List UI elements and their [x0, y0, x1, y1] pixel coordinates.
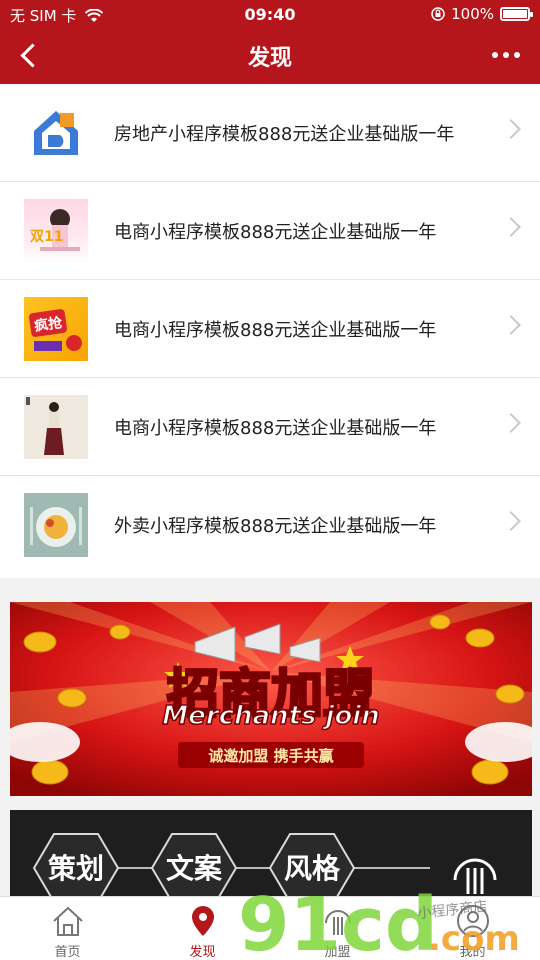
navigation-bar: 发现 — [0, 28, 540, 84]
rotation-lock-icon — [431, 7, 445, 21]
battery-percent: 100% — [451, 5, 494, 23]
thumb-text: 双11 — [30, 229, 63, 245]
chevron-right-icon — [501, 413, 521, 433]
tab-discover[interactable]: 发现 — [135, 897, 270, 960]
location-pin-icon — [192, 906, 214, 936]
merchants-join-banner[interactable]: 招商加盟 Merchants join 诚邀加盟 携手共赢 — [10, 602, 532, 796]
more-dot-icon — [503, 52, 509, 58]
more-dot-icon — [492, 52, 498, 58]
chevron-right-icon — [501, 217, 521, 237]
banner-slogan: 诚邀加盟 携手共赢 — [208, 747, 333, 765]
list-item[interactable]: 疯抢 电商小程序模板888元送企业基础版一年 — [0, 280, 540, 378]
promo-yellow-thumbnail: 疯抢 — [24, 297, 88, 361]
tab-home[interactable]: 首页 — [0, 897, 135, 960]
item-title: 房地产小程序模板888元送企业基础版一年 — [114, 124, 455, 145]
list-item[interactable]: 电商小程序模板888元送企业基础版一年 — [0, 378, 540, 476]
page-title: 发现 — [247, 46, 292, 71]
brand-logo-icon — [325, 910, 351, 935]
chevron-right-icon — [501, 119, 521, 139]
battery-icon — [500, 7, 533, 21]
item-title: 外卖小程序模板888元送企业基础版一年 — [114, 516, 437, 537]
food-plate-thumbnail — [24, 493, 88, 557]
banner-subtitle-en: Merchants join — [162, 701, 379, 731]
tab-label: 加盟 — [324, 945, 351, 960]
chevron-right-icon — [501, 315, 521, 335]
chevron-right-icon — [501, 511, 521, 531]
services-banner[interactable]: 策划 文案 风格 — [10, 810, 532, 900]
item-title: 电商小程序模板888元送企业基础版一年 — [114, 222, 437, 243]
list-item[interactable]: 双11 电商小程序模板888元送企业基础版一年 — [0, 182, 540, 280]
status-right: 100% — [431, 5, 533, 23]
tab-join[interactable]: 加盟 — [270, 897, 405, 960]
woman-model-thumbnail — [24, 395, 88, 459]
service-label: 策划 — [48, 852, 104, 885]
promo-pink-thumbnail: 双11 — [24, 199, 88, 263]
house-logo-icon — [24, 101, 88, 165]
template-list: 房地产小程序模板888元送企业基础版一年 双11 电商小程序模板888元送企业基… — [0, 84, 540, 578]
list-item[interactable]: 外卖小程序模板888元送企业基础版一年 — [0, 476, 540, 574]
status-bar: 无 SIM 卡 09:40 100% — [0, 0, 540, 28]
item-title: 电商小程序模板888元送企业基础版一年 — [114, 418, 437, 439]
list-item[interactable]: 房地产小程序模板888元送企业基础版一年 — [0, 84, 540, 182]
tab-bar: 首页 发现 加盟 我的 — [0, 896, 540, 960]
item-title: 电商小程序模板888元送企业基础版一年 — [114, 320, 437, 341]
tab-label: 首页 — [54, 945, 81, 960]
tab-mine[interactable]: 我的 — [405, 897, 540, 960]
tab-label: 我的 — [459, 945, 486, 960]
more-dot-icon — [514, 52, 520, 58]
home-icon — [53, 906, 83, 936]
header: 无 SIM 卡 09:40 100% 发现 — [0, 0, 540, 84]
more-button[interactable] — [492, 52, 520, 58]
tab-label: 发现 — [189, 945, 216, 960]
service-label: 文案 — [166, 852, 223, 885]
user-icon — [457, 905, 489, 937]
service-label: 风格 — [284, 852, 341, 885]
